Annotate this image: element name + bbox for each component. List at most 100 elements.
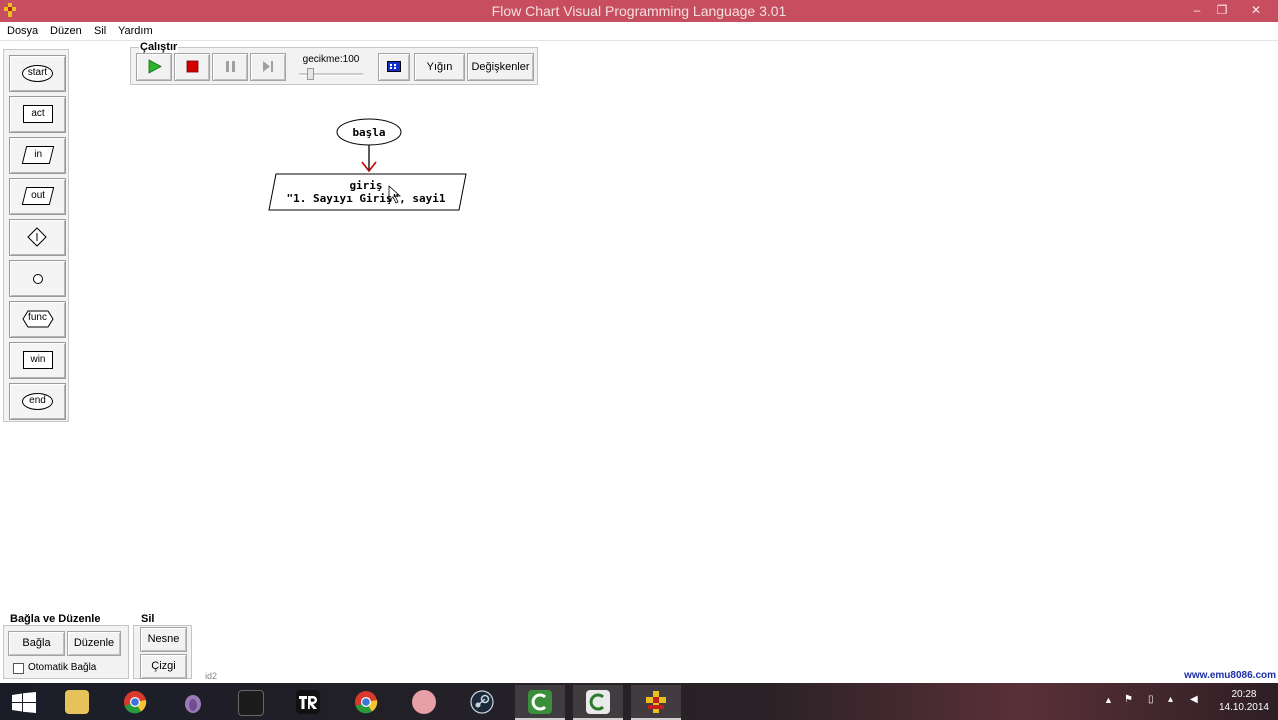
output-shape-icon: out (21, 187, 55, 205)
stop-button[interactable] (174, 53, 210, 81)
palette-win-button[interactable]: win (9, 342, 66, 379)
variables-button[interactable]: Değişkenler (467, 53, 534, 81)
action-center-icon[interactable]: ⚑ (1124, 694, 1133, 705)
menu-dosya[interactable]: Dosya (7, 25, 38, 37)
shape-palette: start act in out func win end (3, 49, 69, 422)
delete-group-title: Sil (140, 613, 156, 625)
taskbar-tr-app[interactable] (283, 685, 333, 718)
taskbar-chrome[interactable] (110, 685, 160, 718)
camtasia-icon (528, 690, 552, 714)
palette-in-button[interactable]: in (9, 137, 66, 174)
taskbar-tor[interactable] (168, 685, 218, 718)
delete-object-button[interactable]: Nesne (140, 627, 187, 652)
windows-start-icon (12, 692, 36, 713)
circle-shape-icon (33, 274, 43, 284)
tray-expand-icon[interactable]: ▲ (1104, 695, 1113, 705)
taskbar-chrome-alt[interactable] (341, 685, 391, 718)
menu-yardim[interactable]: Yardım (118, 25, 153, 37)
palette-if-button[interactable] (9, 219, 66, 256)
palette-out-label: out (31, 190, 46, 201)
auto-connect-checkbox[interactable] (13, 663, 24, 674)
palette-win-label: win (30, 354, 46, 365)
auto-connect-label: Otomatik Bağla (28, 662, 97, 673)
palette-connector-button[interactable] (9, 260, 66, 297)
volume-icon[interactable]: ◀ (1190, 694, 1198, 705)
palette-func-label: func (28, 312, 47, 323)
connect-button[interactable]: Bağla (8, 631, 65, 656)
grid-icon (387, 61, 401, 72)
taskbar (0, 683, 1278, 720)
play-button[interactable] (136, 53, 172, 81)
taskbar-steam[interactable] (457, 685, 507, 718)
delete-group: Nesne Çizgi (133, 625, 192, 679)
stop-icon (186, 60, 199, 73)
step-icon (263, 61, 273, 72)
taskbar-brain-app[interactable] (399, 685, 449, 718)
palette-act-button[interactable]: act (9, 96, 66, 133)
end-shape-icon: end (22, 393, 53, 410)
battery-icon[interactable]: ▯ (1148, 694, 1154, 705)
taskbar-ghost-game[interactable] (225, 685, 275, 718)
palette-start-label: start (27, 67, 48, 78)
edit-button[interactable]: Düzenle (67, 631, 121, 656)
taskbar-file-explorer[interactable] (52, 685, 102, 718)
taskbar-camtasia-recorder[interactable] (573, 685, 623, 720)
start-shape-icon: start (22, 65, 53, 82)
menu-bar: Dosya Düzen Sil Yardım (0, 22, 1278, 40)
brain-icon (412, 690, 436, 714)
file-explorer-icon (65, 690, 89, 714)
stack-button-label: Yığın (426, 61, 453, 73)
chrome-alt-icon (355, 691, 378, 714)
close-button[interactable]: ✕ (1243, 0, 1269, 20)
connect-group-title: Bağla ve Düzenle (9, 613, 102, 625)
taskbar-flowchart-app[interactable] (631, 685, 681, 720)
grid-button[interactable] (378, 53, 410, 81)
stack-button[interactable]: Yığın (414, 53, 465, 81)
run-group-title: Çalıştır (139, 41, 179, 53)
edit-button-label: Düzenle (73, 637, 115, 649)
taskbar-camtasia[interactable] (515, 685, 565, 720)
delete-line-button[interactable]: Çizgi (140, 654, 187, 679)
input-node-title: giriş (349, 179, 383, 192)
palette-end-label: end (29, 395, 46, 406)
menu-divider (0, 40, 1278, 41)
camtasia-recorder-icon (586, 690, 610, 714)
system-tray: ▲ ⚑ ▯ ▴ ◀ (1100, 683, 1210, 720)
step-button[interactable] (250, 53, 286, 81)
clock-time: 20:28 (1231, 689, 1257, 700)
menu-duzen[interactable]: Düzen (50, 25, 82, 37)
pause-button[interactable] (212, 53, 248, 81)
minimize-button[interactable]: – (1184, 0, 1210, 20)
window-title: Flow Chart Visual Programming Language 3… (491, 3, 787, 19)
network-icon[interactable]: ▴ (1168, 694, 1173, 705)
window-shape-icon: win (23, 351, 53, 369)
palette-func-button[interactable]: func (9, 301, 66, 338)
delete-object-label: Nesne (147, 633, 180, 645)
start-button[interactable] (0, 685, 50, 718)
start-node-label: başla (352, 126, 386, 139)
restore-button[interactable]: ❐ (1209, 0, 1235, 20)
run-toolbar: gecikme:100 Yığın Değişkenler (130, 47, 538, 85)
delay-thumb[interactable] (307, 68, 314, 80)
play-icon (148, 59, 162, 74)
title-bar: Flow Chart Visual Programming Language 3… (0, 0, 1278, 22)
watermark-url: www.emu8086.com (1182, 670, 1278, 681)
delete-line-label: Çizgi (151, 660, 176, 672)
pause-icon (226, 61, 235, 72)
flowchart-canvas (268, 118, 467, 211)
palette-act-label: act (31, 108, 45, 119)
palette-out-button[interactable]: out (9, 178, 66, 215)
ghost-game-icon (238, 690, 264, 716)
delay-slider[interactable]: gecikme:100 (291, 53, 371, 80)
palette-end-button[interactable]: end (9, 383, 66, 420)
menu-sil[interactable]: Sil (94, 25, 106, 37)
variables-button-label: Değişkenler (471, 61, 530, 73)
taskbar-clock[interactable]: 20:28 14.10.2014 (1219, 688, 1269, 714)
input-shape-icon: in (21, 146, 55, 164)
status-id: id2 (205, 671, 218, 681)
steam-icon (470, 690, 494, 714)
palette-start-button[interactable]: start (9, 55, 66, 92)
flow-arrow-head (361, 161, 377, 173)
connect-button-label: Bağla (22, 637, 51, 649)
chrome-icon (124, 691, 147, 714)
